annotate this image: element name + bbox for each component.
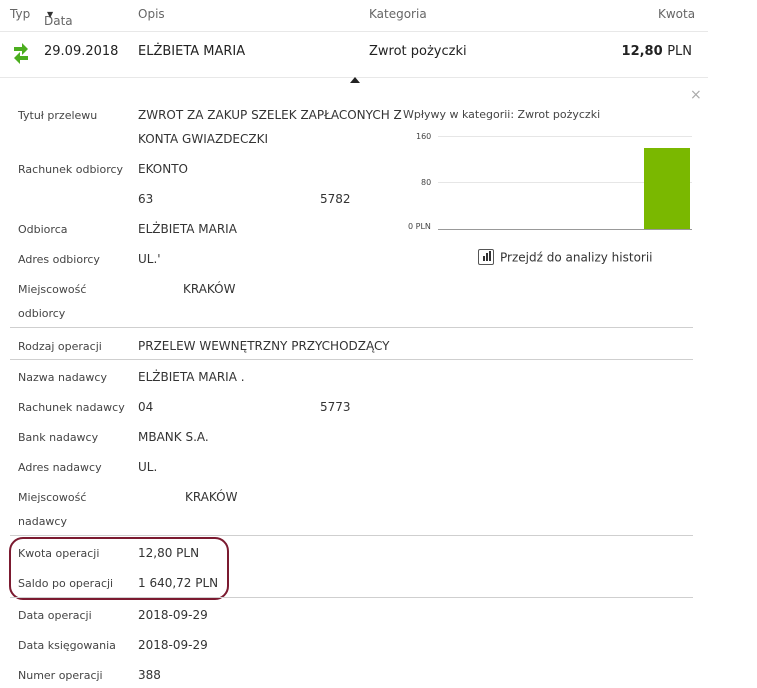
title-line1: ZWROT ZA ZAKUP SZELEK ZAPŁACONYCH Z	[138, 108, 402, 122]
sender-account-number-end: 5773	[320, 400, 351, 414]
col-typ: Typ	[10, 7, 31, 21]
recipient-account-name: EKONTO	[138, 162, 188, 176]
chart-bar	[643, 147, 690, 229]
operation-type-value: PRZELEW WEWNĘTRZNY PRZYCHODZĄCY	[138, 339, 390, 353]
transaction-row[interactable]: 29.09.2018 ELŻBIETA MARIA Zwrot pożyczki…	[0, 32, 708, 78]
expand-caret-icon	[350, 77, 360, 83]
amount-currency: PLN	[667, 44, 692, 59]
chart-title: Wpływy w kategorii: Zwrot pożyczki	[403, 108, 601, 121]
operation-number-value: 388	[138, 668, 161, 682]
recipient-city-value: KRAKÓW	[183, 282, 236, 296]
booking-date-value: 2018-09-29	[138, 638, 208, 652]
highlight-ellipse	[9, 537, 229, 600]
transaction-amount: 12,80 PLN	[622, 44, 692, 59]
amount-value: 12,80	[621, 44, 663, 59]
chart-gridline-top	[438, 136, 692, 137]
col-opis[interactable]: Opis	[138, 7, 165, 21]
y-tick-label: 80	[421, 178, 432, 187]
close-icon[interactable]: ×	[690, 87, 702, 103]
recipient-value: ELŻBIETA MARIA	[138, 222, 237, 236]
divider	[10, 535, 693, 536]
title-label: Tytuł przelewu	[18, 109, 98, 122]
recipient-address-label: Adres odbiorcy	[18, 253, 100, 266]
sender-name-label: Nazwa nadawcy	[18, 371, 107, 384]
col-kwota[interactable]: Kwota	[658, 7, 695, 21]
divider	[10, 597, 693, 598]
operation-date-label: Data operacji	[18, 609, 92, 622]
operation-date-value: 2018-09-29	[138, 608, 208, 622]
recipient-account-number-start: 63	[138, 192, 154, 206]
sender-bank-label: Bank nadawcy	[18, 431, 99, 444]
recipient-account-number-end: 5782	[320, 192, 351, 206]
booking-date-label: Data księgowania	[18, 639, 116, 652]
recipient-label: Odbiorca	[18, 223, 68, 236]
title-line2: KONTA GWIAZDECZKI	[138, 132, 269, 146]
transaction-date: 29.09.2018	[44, 44, 119, 59]
sender-account-label: Rachunek nadawcy	[18, 401, 125, 414]
sender-bank-value: MBANK S.A.	[138, 430, 209, 444]
recipient-city-label-line2: odbiorcy	[18, 307, 66, 320]
operation-number-label: Numer operacji	[18, 669, 103, 682]
sender-account-number-start: 04	[138, 400, 154, 414]
chart-x-axis	[438, 229, 692, 230]
divider	[10, 359, 693, 360]
sender-city-value: KRAKÓW	[185, 490, 238, 504]
divider	[10, 327, 693, 328]
transaction-category[interactable]: Zwrot pożyczki	[369, 44, 467, 59]
history-analysis-link[interactable]: Przejdź do analizy historii	[478, 249, 653, 266]
sender-address-value: UL.	[138, 460, 158, 474]
y-tick-label: 160	[416, 132, 432, 141]
recipient-account-label: Rachunek odbiorcy	[18, 163, 124, 176]
sender-name-value: ELŻBIETA MARIA .	[138, 370, 245, 384]
table-header: Typ Data ▼ Opis Kategoria Kwota	[0, 0, 708, 32]
history-analysis-label: Przejdź do analizy historii	[500, 250, 653, 265]
transfer-incoming-icon	[14, 43, 28, 64]
recipient-address-value: UL.'	[138, 252, 161, 266]
sender-address-label: Adres nadawcy	[18, 461, 102, 474]
sender-city-label-line1: Miejscowość	[18, 491, 87, 504]
recipient-city-label-line1: Miejscowość	[18, 283, 87, 296]
y-tick-label: 0 PLN	[408, 222, 431, 231]
col-kategoria[interactable]: Kategoria	[369, 7, 427, 21]
bar-chart-icon	[478, 249, 494, 265]
operation-type-label: Rodzaj operacji	[18, 340, 102, 353]
sender-city-label-line2: nadawcy	[18, 515, 67, 528]
transaction-description: ELŻBIETA MARIA	[138, 44, 246, 59]
col-data[interactable]: Data ▼	[44, 7, 73, 28]
sort-down-icon[interactable]: ▼	[47, 10, 53, 19]
